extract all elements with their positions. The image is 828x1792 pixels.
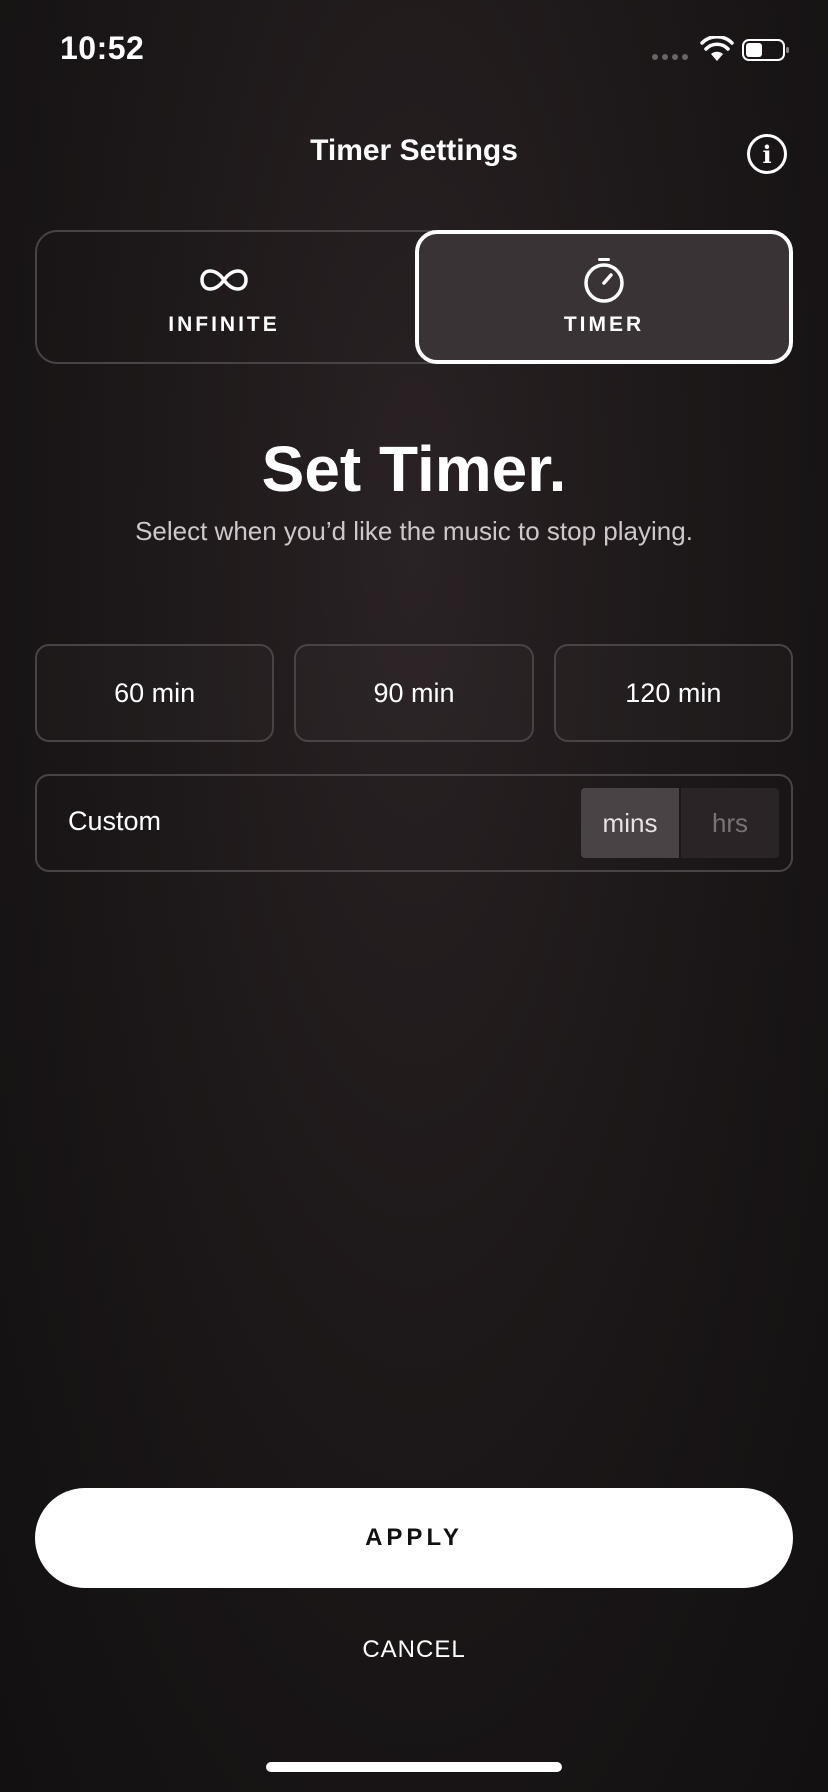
infinity-icon (200, 269, 248, 291)
custom-time-input[interactable]: Custom mins hrs (35, 774, 793, 872)
status-time: 10:52 (60, 30, 145, 66)
page-title: Timer Settings (310, 134, 518, 167)
set-timer-heading: Set Timer. (261, 433, 567, 505)
unit-mins-button[interactable]: mins (581, 788, 679, 858)
preset-120-min-button[interactable]: 120 min (553, 644, 793, 742)
battery-icon (742, 39, 789, 61)
preset-60-min-button[interactable]: 60 min (35, 644, 275, 742)
apply-button[interactable]: APPLY (35, 1488, 793, 1588)
unit-toggle: mins hrs (581, 788, 779, 858)
stopwatch-icon (584, 258, 624, 303)
signal-dots-icon (652, 54, 688, 60)
unit-hrs-button[interactable]: hrs (681, 788, 779, 858)
set-timer-subheading: Select when you’d like the music to stop… (135, 516, 693, 546)
cancel-button[interactable]: CANCEL (0, 1636, 828, 1664)
mode-timer-tab[interactable]: TIMER (415, 230, 793, 364)
info-icon: i (762, 139, 772, 169)
mode-infinite-tab[interactable]: INFINITE (35, 230, 413, 364)
info-button[interactable]: i (747, 134, 787, 174)
home-indicator[interactable] (266, 1762, 562, 1772)
header: Timer Settings i (0, 124, 828, 184)
mode-timer-label: TIMER (563, 313, 645, 336)
wifi-icon (700, 36, 734, 61)
custom-label: Custom (68, 806, 162, 836)
preset-90-min-button[interactable]: 90 min (294, 644, 534, 742)
status-bar: 10:52 (0, 0, 828, 100)
mode-toggle: INFINITE TIMER (35, 230, 793, 364)
mode-infinite-label: INFINITE (168, 313, 280, 336)
preset-buttons: 60 min 90 min 120 min (35, 644, 793, 742)
